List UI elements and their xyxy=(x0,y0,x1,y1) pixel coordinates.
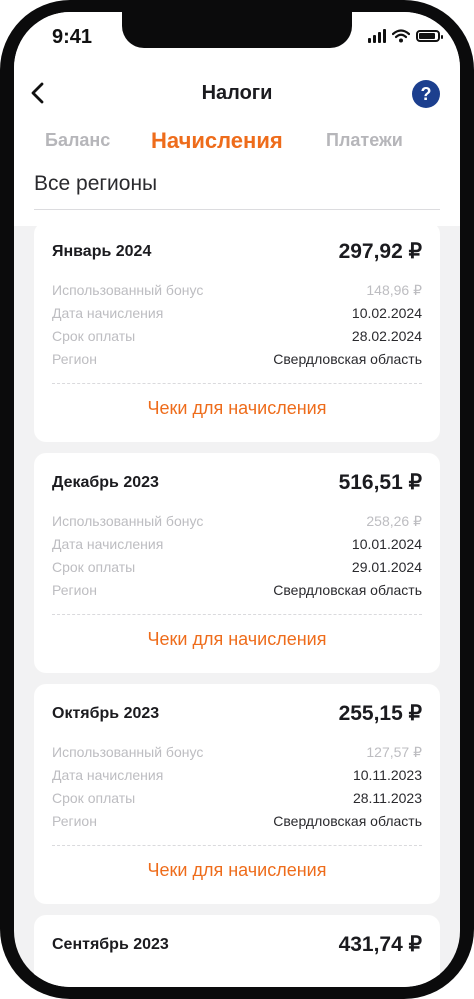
card-amount: 431,74 ₽ xyxy=(338,933,422,956)
card-amount: 255,15 ₽ xyxy=(338,702,422,725)
row-value: 29.01.2024 xyxy=(351,559,422,575)
row-value: 10.01.2024 xyxy=(351,536,422,552)
row-due-date: Срок оплаты 29.01.2024 xyxy=(52,559,422,577)
notch xyxy=(122,12,352,48)
divider xyxy=(34,209,440,210)
row-due-date: Срок оплаты 28.11.2023 xyxy=(52,790,422,808)
row-value: 127,57 ₽ xyxy=(366,744,422,760)
cellular-signal-icon xyxy=(368,29,386,43)
row-label: Использованный бонус xyxy=(52,282,204,298)
receipts-link[interactable]: Чеки для начисления xyxy=(34,860,440,881)
card-month: Январь 2024 xyxy=(52,243,152,260)
row-label: Срок оплаты xyxy=(52,559,136,575)
row-label: Дата начисления xyxy=(52,305,164,321)
row-region: Регион Свердловская область xyxy=(52,351,422,369)
card-amount: 516,51 ₽ xyxy=(338,471,422,494)
row-region: Регион Свердловская область xyxy=(52,582,422,600)
row-label: Регион xyxy=(52,813,97,829)
accrual-card: Сентябрь 2023 431,74 ₽ xyxy=(34,915,440,987)
page-title: Налоги xyxy=(201,82,273,104)
row-value: 28.11.2023 xyxy=(352,790,422,806)
row-value: 258,26 ₽ xyxy=(366,513,422,529)
card-month: Октябрь 2023 xyxy=(52,705,160,722)
row-value: Свердловская область xyxy=(273,351,422,367)
row-bonus: Использованный бонус 127,57 ₽ xyxy=(52,744,422,762)
status-icons xyxy=(368,28,443,44)
row-label: Регион xyxy=(52,351,97,367)
row-label: Срок оплаты xyxy=(52,790,136,806)
card-month: Декабрь 2023 xyxy=(52,474,159,491)
row-value: 28.02.2024 xyxy=(351,328,422,344)
row-region: Регион Свердловская область xyxy=(52,813,422,831)
help-button[interactable]: ? xyxy=(412,80,440,108)
phone-frame: 9:41 Налоги ? Баланс Начисления Платежи … xyxy=(0,0,474,999)
row-accrual-date: Дата начисления 10.11.2023 xyxy=(52,767,422,785)
dashed-divider xyxy=(52,845,422,846)
row-due-date: Срок оплаты 28.02.2024 xyxy=(52,328,422,346)
dashed-divider xyxy=(52,383,422,384)
row-label: Дата начисления xyxy=(52,767,164,783)
row-value: 148,96 ₽ xyxy=(366,282,422,298)
app-header: Налоги ? Баланс Начисления Платежи Все р… xyxy=(14,66,460,226)
accrual-card: Октябрь 2023 255,15 ₽ Использованный бон… xyxy=(34,684,440,904)
row-value: 10.02.2024 xyxy=(351,305,422,321)
card-amount: 297,92 ₽ xyxy=(338,240,422,263)
row-accrual-date: Дата начисления 10.02.2024 xyxy=(52,305,422,323)
row-label: Дата начисления xyxy=(52,536,164,552)
row-bonus: Использованный бонус 258,26 ₽ xyxy=(52,513,422,531)
row-label: Регион xyxy=(52,582,97,598)
tab-payments[interactable]: Платежи xyxy=(326,130,403,151)
tab-accruals[interactable]: Начисления xyxy=(151,128,283,154)
accrual-card: Декабрь 2023 516,51 ₽ Использованный бон… xyxy=(34,453,440,673)
card-month: Сентябрь 2023 xyxy=(52,936,169,953)
row-value: Свердловская область xyxy=(273,813,422,829)
row-label: Использованный бонус xyxy=(52,744,204,760)
dashed-divider xyxy=(52,614,422,615)
receipts-link[interactable]: Чеки для начисления xyxy=(34,398,440,419)
tab-balance[interactable]: Баланс xyxy=(45,130,110,151)
row-value: Свердловская область xyxy=(273,582,422,598)
wifi-icon xyxy=(392,29,410,43)
screen: 9:41 Налоги ? Баланс Начисления Платежи … xyxy=(14,12,460,987)
battery-icon xyxy=(416,30,443,42)
receipts-link[interactable]: Чеки для начисления xyxy=(34,629,440,650)
accrual-card: Январь 2024 297,92 ₽ Использованный бону… xyxy=(34,222,440,442)
status-time: 9:41 xyxy=(52,26,93,48)
row-bonus: Использованный бонус 148,96 ₽ xyxy=(52,282,422,300)
region-filter[interactable]: Все регионы xyxy=(34,172,157,196)
tab-bar: Баланс Начисления Платежи xyxy=(14,128,460,160)
row-label: Использованный бонус xyxy=(52,513,204,529)
row-value: 10.11.2023 xyxy=(352,767,422,783)
row-label: Срок оплаты xyxy=(52,328,136,344)
row-accrual-date: Дата начисления 10.01.2024 xyxy=(52,536,422,554)
status-bar: 9:41 xyxy=(14,12,460,66)
